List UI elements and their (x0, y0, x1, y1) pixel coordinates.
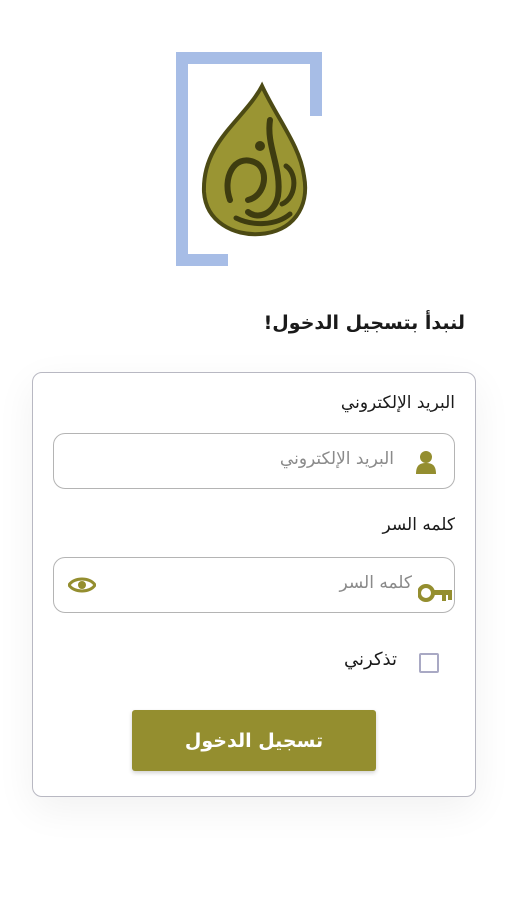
login-button[interactable]: تسجيل الدخول (132, 710, 376, 771)
key-icon (417, 584, 452, 606)
email-field[interactable]: البريد الإلكتروني (53, 433, 455, 489)
email-label: البريد الإلكتروني (340, 393, 455, 413)
remember-label: تذكرني (344, 649, 397, 670)
remember-me[interactable]: تذكرني (329, 649, 439, 679)
password-label: كلمه السر (382, 515, 455, 535)
logo-mark (176, 52, 322, 266)
user-icon (416, 450, 436, 478)
remember-checkbox[interactable] (419, 653, 439, 673)
password-placeholder: كلمه السر (339, 573, 412, 593)
page-title: لنبدأ بتسجيل الدخول! (263, 312, 465, 334)
password-field[interactable]: كلمه السر (53, 557, 455, 613)
login-card: البريد الإلكتروني البريد الإلكتروني كلمه… (32, 372, 476, 797)
email-placeholder: البريد الإلكتروني (279, 449, 394, 469)
app-logo (174, 50, 324, 268)
eye-icon[interactable] (67, 575, 97, 599)
